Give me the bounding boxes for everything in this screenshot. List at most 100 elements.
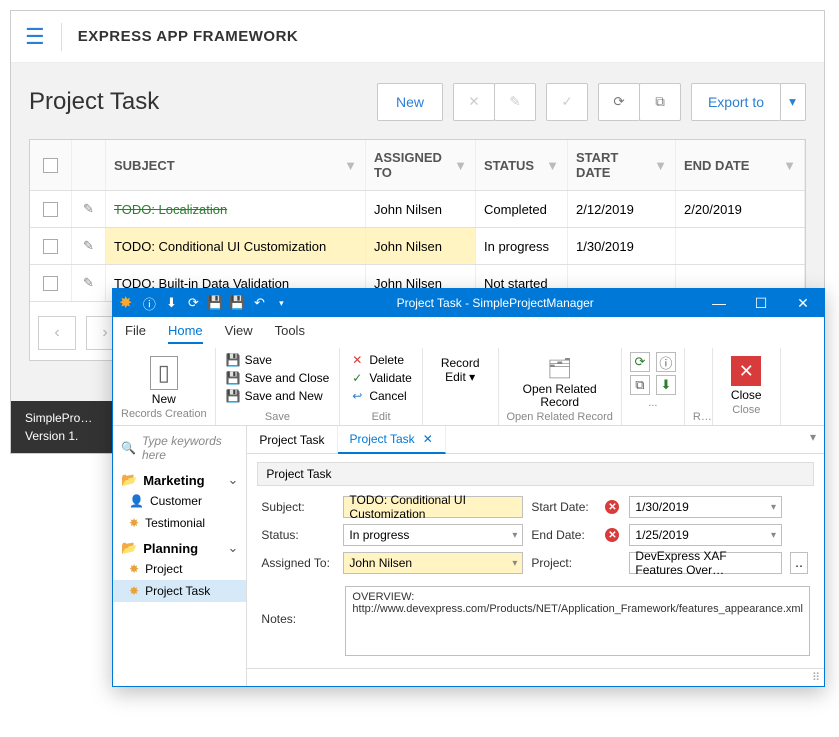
info-icon[interactable]: ⓘ: [656, 352, 676, 372]
tab-overflow-icon[interactable]: ▾: [802, 426, 824, 453]
filter-icon[interactable]: ▼: [783, 158, 796, 173]
table-row[interactable]: ✎ TODO: Localization John Nilsen Complet…: [30, 191, 805, 228]
prev-page-button[interactable]: ‹: [38, 316, 76, 350]
sidebar-item-testimonial[interactable]: ✸Testimonial: [113, 512, 246, 534]
status-label: Status:: [261, 528, 335, 542]
project-input[interactable]: DevExpress XAF Features Over…: [629, 552, 782, 574]
edit-row-icon[interactable]: ✎: [72, 265, 106, 301]
sidebar-group-marketing[interactable]: 📂 Marketing ⌄: [113, 466, 246, 490]
notes-input[interactable]: OVERVIEW: http://www.devexpress.com/Prod…: [345, 586, 810, 656]
close-tab-icon[interactable]: ✕: [423, 432, 433, 446]
chevron-down-icon: ⌄: [228, 472, 239, 488]
new-button[interactable]: New: [377, 83, 443, 121]
status-input[interactable]: In progress: [343, 524, 523, 546]
info-icon[interactable]: ⓘ: [138, 294, 160, 313]
menu-view[interactable]: View: [225, 323, 253, 344]
col-start[interactable]: START DATE▼: [568, 140, 676, 190]
save-button[interactable]: 💾Save: [224, 352, 332, 368]
refresh-icon[interactable]: ⟳: [182, 295, 204, 311]
sidebar: 🔍 Type keywords here 📂 Marketing ⌄ 👤Cust…: [113, 426, 247, 686]
col-assigned[interactable]: ASSIGNED TO▼: [366, 140, 476, 190]
project-lookup-button[interactable]: ‥: [790, 552, 808, 574]
download-icon[interactable]: ⬇: [656, 375, 676, 395]
sidebar-item-project[interactable]: ✸Project: [113, 558, 246, 580]
new-record-button[interactable]: ▯ New: [121, 352, 207, 406]
header-divider: [61, 23, 62, 51]
col-end[interactable]: END DATE▼: [676, 140, 805, 190]
confirm-button[interactable]: ✓: [546, 83, 588, 121]
ribbon-group-nav: ⟳ ⓘ ⧉ ⬇ ...: [622, 348, 685, 425]
ribbon-group-records-creation: ▯ New Records Creation: [113, 348, 216, 425]
col-subject[interactable]: SUBJECT▼: [106, 140, 366, 190]
save-and-close-button[interactable]: 💾Save and Close: [224, 370, 332, 386]
notes-row: Notes: OVERVIEW: http://www.devexpress.c…: [257, 580, 814, 660]
search-field[interactable]: 🔍 Type keywords here: [113, 430, 246, 466]
filter-icon[interactable]: ▼: [454, 158, 467, 173]
delete-button[interactable]: ✕Delete: [348, 352, 413, 368]
download-icon[interactable]: ⬇: [160, 295, 182, 311]
edit-row-icon[interactable]: ✎: [72, 191, 106, 227]
ribbon: ▯ New Records Creation 💾Save 💾Save and C…: [113, 348, 824, 426]
start-date-input[interactable]: 1/30/2019: [629, 496, 782, 518]
edit-button[interactable]: ✎: [494, 83, 536, 121]
subject-text: TODO: Localization: [114, 202, 227, 217]
table-row[interactable]: ✎ TODO: Conditional UI Customization Joh…: [30, 228, 805, 265]
delete-button[interactable]: ✕: [453, 83, 495, 121]
close-record-button[interactable]: ✕ Close: [721, 352, 772, 402]
ribbon-group-record-edit: Record Edit ▾: [423, 348, 499, 425]
cancel-button[interactable]: ↩Cancel: [348, 388, 413, 404]
sidebar-item-project-task[interactable]: ✸Project Task: [113, 580, 246, 602]
layout-button[interactable]: ⧉: [639, 83, 681, 121]
menubar: File Home View Tools: [113, 317, 824, 348]
save-close-icon[interactable]: 💾: [226, 295, 248, 311]
menu-file[interactable]: File: [125, 323, 146, 344]
record-edit-button[interactable]: Record Edit ▾: [431, 352, 490, 384]
validate-button[interactable]: ✓Validate: [348, 370, 413, 386]
refresh-icon[interactable]: ⟳: [630, 352, 650, 372]
checkbox-icon[interactable]: [43, 239, 58, 254]
save-and-new-button[interactable]: 💾Save and New: [224, 388, 332, 404]
panel-title: Project Task: [257, 462, 814, 486]
tab-row: Project Task Project Task✕ ▾: [247, 426, 824, 454]
app-title: EXPRESS APP FRAMEWORK: [78, 28, 299, 45]
save-icon[interactable]: 💾: [204, 295, 226, 311]
check-icon: ✓: [350, 371, 364, 385]
filter-icon[interactable]: ▼: [654, 158, 667, 173]
gear-icon[interactable]: ✸: [119, 293, 132, 313]
tab-project-task-detail[interactable]: Project Task✕: [338, 426, 446, 454]
hamburger-icon[interactable]: ☰: [25, 24, 45, 50]
export-group: Export to ▾: [691, 83, 806, 121]
menu-home[interactable]: Home: [168, 323, 203, 344]
filter-icon[interactable]: ▼: [546, 158, 559, 173]
titlebar[interactable]: ✸ ⓘ ⬇ ⟳ 💾 💾 ↶ ▾ Project Task - SimplePro…: [113, 289, 824, 317]
open-related-record-button[interactable]: 🗂 Open Related Record: [507, 352, 613, 409]
maximize-button[interactable]: ☐: [740, 295, 782, 312]
export-button[interactable]: Export to: [691, 83, 781, 121]
close-button[interactable]: ✕: [782, 295, 824, 312]
new-window-icon[interactable]: ⧉: [630, 375, 650, 395]
edit-row-icon[interactable]: ✎: [72, 228, 106, 264]
menu-tools[interactable]: Tools: [275, 323, 305, 344]
header-checkbox-cell: [30, 140, 72, 190]
checkbox-icon[interactable]: [43, 158, 58, 173]
subject-input[interactable]: TODO: Conditional UI Customization: [343, 496, 523, 518]
assigned-to-input[interactable]: John Nilsen: [343, 552, 523, 574]
refresh-button[interactable]: ⟳: [598, 83, 640, 121]
tab-project-task-list[interactable]: Project Task: [247, 426, 337, 453]
export-caret[interactable]: ▾: [780, 83, 806, 121]
start-date-label: Start Date:: [531, 500, 597, 514]
chevron-down-icon: ⌄: [228, 540, 239, 556]
end-date-input[interactable]: 1/25/2019: [629, 524, 782, 546]
sidebar-item-customer[interactable]: 👤Customer: [113, 490, 246, 512]
qat-caret-icon[interactable]: ▾: [270, 298, 292, 309]
checkbox-icon[interactable]: [43, 276, 58, 291]
filter-icon[interactable]: ▼: [344, 158, 357, 173]
undo-icon[interactable]: ↶: [248, 295, 270, 311]
col-status[interactable]: STATUS▼: [476, 140, 568, 190]
web-header: ☰ EXPRESS APP FRAMEWORK: [11, 11, 824, 63]
content-area: Project Task Project Task✕ ▾ Project Tas…: [247, 426, 824, 686]
resize-grip-icon[interactable]: ⠿: [812, 671, 820, 684]
checkbox-icon[interactable]: [43, 202, 58, 217]
sidebar-group-planning[interactable]: 📂 Planning ⌄: [113, 534, 246, 558]
minimize-button[interactable]: —: [698, 295, 740, 311]
